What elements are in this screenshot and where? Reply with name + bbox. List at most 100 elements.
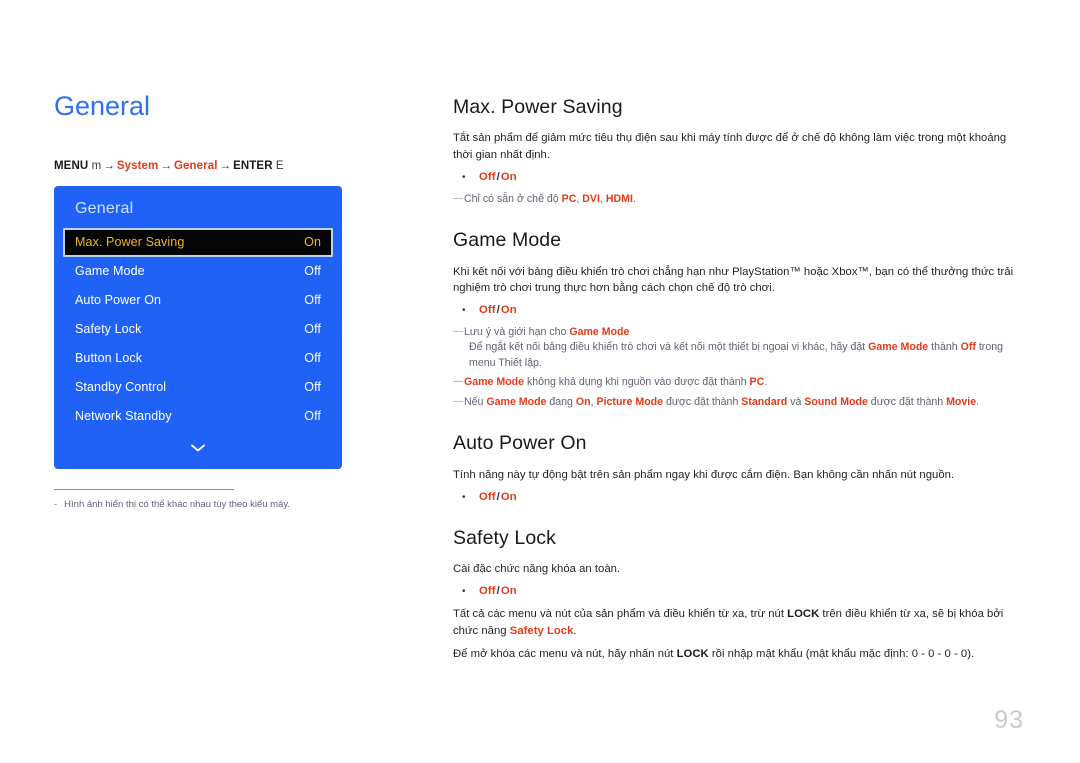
para3-b: rồi nhập mật khẩu (mật khẩu mặc định: 0 … — [708, 647, 975, 660]
note-term-game-mode: Game Mode — [464, 376, 525, 389]
osd-row-label: Network Standby — [75, 409, 172, 424]
document-page: General MENU m → System → General → ENTER E Ge… — [0, 0, 1080, 763]
osd-row-label: Auto Power On — [75, 293, 162, 308]
section-body: Cài đặc chức năng khóa an toàn. — [453, 563, 621, 576]
para3-term-lock: LOCK — [676, 647, 709, 660]
option-on: On — [500, 585, 517, 598]
section-body: Tắt sản phẩm để giảm mức tiêu thụ điện s… — [453, 132, 1007, 161]
option-values: Off/On — [479, 170, 517, 185]
osd-row-value: Off — [304, 351, 321, 366]
osd-row-standby-control[interactable]: Standby Control Off — [63, 373, 333, 402]
option-on: On — [500, 304, 517, 317]
note-term-on: On — [575, 395, 591, 408]
breadcrumb-arrow-3: → — [219, 159, 232, 172]
breadcrumb-item-system: System — [116, 159, 159, 172]
page-number: 93 — [994, 706, 1024, 734]
para2-term-lock: LOCK — [787, 608, 820, 621]
osd-row-list: Max. Power Saving On Game Mode Off Auto … — [54, 227, 342, 431]
note-subtext: Để ngắt kết nối bảng điều khiển trò chơi… — [464, 340, 1021, 371]
bullet-dot: • — [462, 171, 466, 183]
footnote-dash: - — [54, 498, 58, 510]
para2-term-safety-lock: Safety Lock — [509, 624, 574, 637]
note-a: Nếu — [464, 395, 487, 408]
note-term-movie: Movie — [946, 395, 977, 408]
note-dash-icon: — — [453, 192, 463, 204]
note-term-hdmi: HDMI — [605, 192, 633, 205]
osd-row-button-lock[interactable]: Button Lock Off — [63, 344, 333, 373]
note-game-mode-limits: — Lưu ý và giới hạn cho Game Mode Để ngắt… — [453, 325, 1021, 371]
note-d: được đặt thành — [663, 395, 742, 408]
note-mid: không khả dụng khi nguồn vào được đặt th… — [524, 376, 750, 389]
osd-row-value: Off — [304, 293, 321, 308]
note-term-sound-mode: Sound Mode — [804, 395, 868, 408]
note-f: được đặt thành — [867, 395, 947, 408]
section-title: Safety Lock — [453, 526, 556, 549]
note-prefix: Lưu ý và giới hạn cho — [464, 326, 570, 339]
breadcrumb-menu-key: m — [91, 159, 102, 172]
section-safety-lock: Safety Lock Cài đặc chức năng khóa an to… — [453, 527, 1021, 662]
note-term-pc: PC — [561, 192, 577, 205]
note-dash-icon: — — [453, 376, 463, 388]
note-sub-a: Để ngắt kết nối bảng điều khiển trò chơi… — [469, 341, 869, 354]
section-max-power-saving: Max. Power Saving Tắt sản phẩm để giảm m… — [453, 96, 1021, 207]
osd-row-safety-lock[interactable]: Safety Lock Off — [63, 315, 333, 344]
left-column: General MENU m → System → General → ENTER E Ge… — [54, 91, 394, 511]
breadcrumb-enter-label: ENTER — [233, 159, 273, 172]
note-b: đang — [546, 395, 576, 408]
page-title: General — [54, 91, 151, 121]
osd-row-auto-power-on[interactable]: Auto Power On Off — [63, 286, 333, 315]
note-prefix: Chỉ có sẵn ở chế độ — [464, 192, 562, 205]
left-footnote: - Hình ảnh hiển thị có thể khác nhau tùy… — [54, 499, 394, 511]
note-text: Chỉ có sẵn ở chế độ PC, DVI, HDMI. — [464, 192, 1021, 207]
note-sub-term-game-mode: Game Mode — [868, 341, 929, 354]
chevron-down-icon[interactable] — [54, 431, 342, 457]
option-bullet: • Off/On — [453, 490, 1021, 505]
para2-a: Tất cả các menu và nút của sản phẩm và đ… — [453, 608, 788, 621]
option-bullet: • Off/On — [453, 584, 1021, 599]
option-values: Off/On — [479, 584, 517, 599]
right-column: Max. Power Saving Tắt sản phẩm để giảm m… — [453, 96, 1021, 662]
section-game-mode: Game Mode Khi kết nối với bảng điều khiể… — [453, 229, 1021, 410]
note-end: . — [764, 376, 768, 389]
osd-row-label: Safety Lock — [75, 322, 142, 337]
note-term-dvi: DVI — [582, 192, 600, 205]
osd-row-value: Off — [304, 322, 321, 337]
osd-row-label: Max. Power Saving — [75, 235, 185, 250]
option-on: On — [500, 490, 517, 503]
bullet-dot: • — [462, 305, 466, 317]
note-e: và — [787, 395, 805, 408]
note-text: Nếu Game Mode đang On, Picture Mode được… — [464, 395, 1021, 410]
option-off: Off — [479, 490, 496, 503]
osd-row-game-mode[interactable]: Game Mode Off — [63, 257, 333, 286]
osd-row-value: Off — [304, 409, 321, 424]
note-dash-icon: — — [453, 326, 463, 338]
option-off: Off — [479, 585, 496, 598]
section-title: Auto Power On — [453, 432, 587, 455]
note-available-modes: — Chỉ có sẵn ở chế độ PC, DVI, HDMI. — [453, 192, 1021, 207]
osd-row-label: Game Mode — [75, 264, 145, 279]
note-text: Lưu ý và giới hạn cho Game Mode Để ngắt k… — [464, 325, 1021, 371]
para2-end: . — [573, 624, 577, 637]
safety-lock-paragraph-2: Tất cả các menu và nút của sản phẩm và đ… — [453, 606, 1021, 638]
osd-menu-panel: General Max. Power Saving On Game Mode O… — [54, 185, 342, 469]
note-end: . — [976, 395, 980, 408]
osd-row-max-power-saving[interactable]: Max. Power Saving On — [63, 227, 333, 257]
osd-row-network-standby[interactable]: Network Standby Off — [63, 402, 333, 431]
option-off: Off — [479, 304, 496, 317]
note-game-mode-pc: — Game Mode không khả dụng khi nguồn vào… — [453, 375, 1021, 390]
note-suffix: . — [632, 192, 636, 205]
section-auto-power-on: Auto Power On Tính năng này tự động bật … — [453, 432, 1021, 505]
note-term-standard: Standard — [741, 395, 788, 408]
bullet-dot: • — [462, 491, 466, 503]
osd-panel-title: General — [75, 199, 134, 217]
footnote-divider — [54, 488, 234, 490]
note-game-mode-picture-sound: — Nếu Game Mode đang On, Picture Mode đư… — [453, 395, 1021, 410]
para3-a: Để mở khóa các menu và nút, hãy nhấn nút — [453, 647, 677, 660]
option-off: Off — [479, 170, 496, 183]
option-bullet: • Off/On — [453, 170, 1021, 185]
breadcrumb-enter-key: E — [275, 159, 284, 172]
option-on: On — [500, 170, 517, 183]
bullet-dot: • — [462, 586, 466, 598]
note-term-game-mode: Game Mode — [569, 326, 630, 339]
breadcrumb-arrow-1: → — [103, 159, 115, 172]
